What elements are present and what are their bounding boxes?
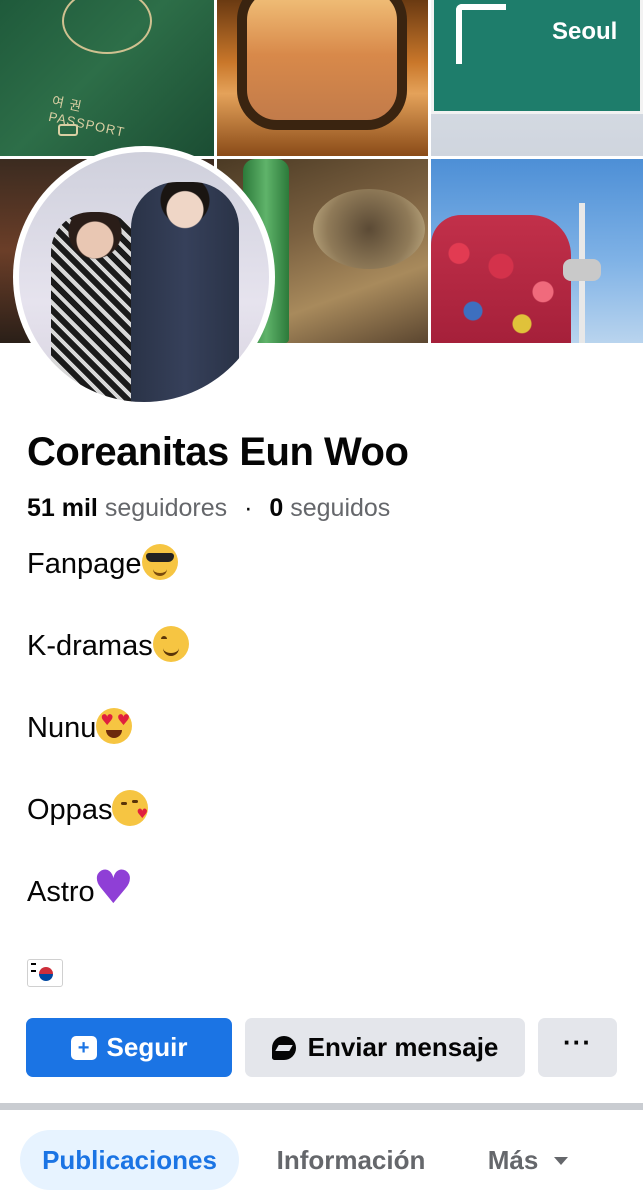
follow-button[interactable]: Seguir (26, 1018, 232, 1077)
bio-line: Nunu (27, 706, 617, 788)
cover-tile-airplane-window (217, 0, 428, 156)
more-options-button[interactable]: ··· (538, 1018, 617, 1077)
bio-line: Astro (27, 864, 617, 952)
cover-tile-seoul-tower (431, 159, 643, 343)
love-locks (431, 215, 571, 343)
passport-chip-icon (58, 124, 78, 136)
more-dots-icon: ··· (563, 1026, 592, 1057)
smiling-face-icon (152, 626, 189, 662)
avatar-photo (19, 152, 269, 402)
sign-text: Seoul (552, 18, 618, 45)
follow-icon (70, 1035, 97, 1060)
bio-text: Oppas (27, 794, 113, 826)
stats-separator: · (244, 494, 253, 522)
tab-posts[interactable]: Publicaciones (20, 1130, 239, 1190)
bio-text: Fanpage (27, 548, 142, 580)
followers-count[interactable]: 51 mil (27, 494, 98, 522)
caret-down-icon (554, 1157, 569, 1165)
tab-more[interactable]: Más (468, 1130, 588, 1190)
kissing-face-icon (112, 790, 149, 826)
bio-line: K-dramas (27, 624, 617, 706)
heart-eyes-face-icon (96, 708, 133, 744)
profile-tabs: Publicaciones Información Más (0, 1130, 643, 1190)
follow-button-label: Seguir (106, 1032, 188, 1062)
follow-stats: 51 mil seguidores · 0 seguidos (27, 494, 390, 523)
page-title: Coreanitas Eun Woo (27, 430, 409, 474)
bio-text: Astro (27, 876, 95, 908)
bio-line: Fanpage (27, 542, 617, 624)
tower-pod (563, 259, 601, 281)
tab-posts-label: Publicaciones (42, 1144, 217, 1175)
section-divider (0, 1103, 643, 1110)
tab-more-label: Más (487, 1144, 539, 1175)
tab-information-label: Información (276, 1144, 426, 1175)
purple-heart-icon (93, 864, 134, 910)
bio-line: Oppas (27, 788, 617, 870)
send-message-button-label: Enviar mensaje (307, 1032, 499, 1062)
followers-label[interactable]: seguidores (105, 494, 227, 522)
south-korea-flag-icon (27, 959, 63, 987)
send-message-button[interactable]: Enviar mensaje (245, 1018, 525, 1077)
cover-tile-passport: 여 권 PASSPORT (0, 0, 214, 156)
tab-information[interactable]: Información (262, 1130, 440, 1190)
following-count[interactable]: 0 (269, 494, 283, 522)
avatar-person-left (51, 212, 139, 402)
following-label[interactable]: seguidos (290, 494, 390, 522)
passport-emblem (62, 0, 152, 54)
road-sign: Seoul (431, 0, 643, 114)
smiling-face-with-sunglasses-icon (141, 544, 178, 580)
bio-text: Nunu (27, 712, 97, 744)
airplane-window (237, 0, 407, 130)
cover-tile-seoul-sign: Seoul (431, 0, 643, 156)
arrow-icon (456, 4, 506, 64)
profile-avatar[interactable] (13, 146, 275, 408)
bio-text: K-dramas (27, 630, 153, 662)
food-plate (313, 189, 425, 269)
avatar-person-right (131, 182, 239, 402)
bio: Fanpage K-dramas Nunu Oppas Astro (27, 542, 617, 1034)
messenger-icon (271, 1035, 296, 1060)
